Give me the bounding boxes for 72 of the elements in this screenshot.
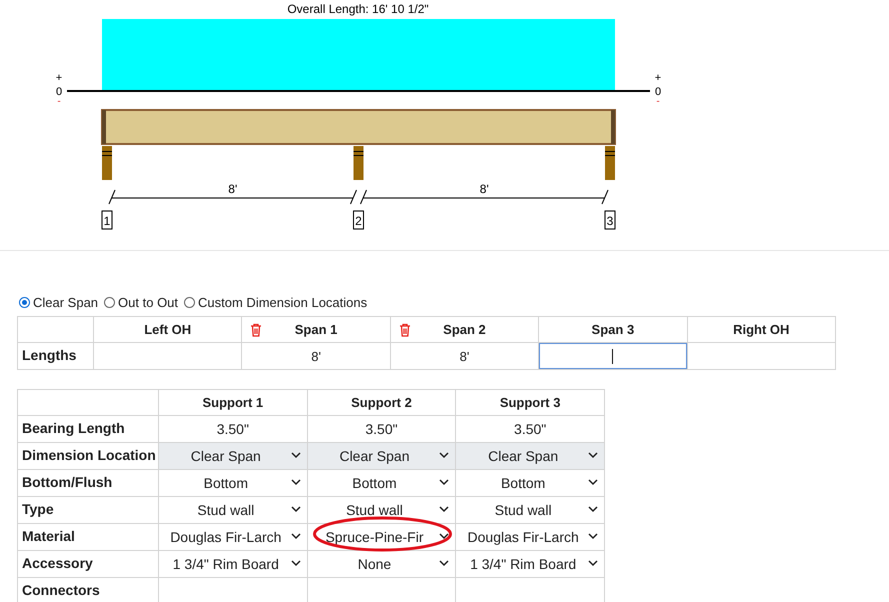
- column-header: Right OH: [733, 322, 790, 337]
- scale-plus: +: [654, 72, 662, 84]
- table-cell: 3.50": [216, 421, 249, 437]
- chevron-down-icon: [439, 533, 450, 540]
- row-label: Dimension Location: [22, 447, 156, 463]
- support-post: [605, 146, 615, 180]
- support-number: 1: [102, 210, 112, 230]
- dimension-mode-radio[interactable]: Clear Span: [19, 294, 98, 310]
- chevron-down-icon: [290, 560, 301, 567]
- span-length: 8': [480, 182, 489, 196]
- dropdown[interactable]: Bottom: [159, 470, 307, 496]
- trash-icon[interactable]: [250, 323, 262, 337]
- scale-zero: 0: [56, 86, 62, 98]
- dropdown[interactable]: None: [308, 551, 456, 577]
- overall-length: Overall Length: 16' 10 1/2": [287, 2, 429, 16]
- row-label: Bottom/Flush: [22, 474, 112, 490]
- support-post: [102, 146, 112, 180]
- dropdown[interactable]: 1 3/4" Rim Board: [159, 551, 307, 577]
- column-header: Span 1: [294, 322, 338, 337]
- table-cell: 3.50": [514, 421, 546, 437]
- trash-icon[interactable]: [398, 323, 411, 337]
- scale-plus: +: [56, 72, 62, 84]
- dropdown[interactable]: Bottom: [456, 470, 604, 496]
- chevron-down-icon: [290, 452, 301, 459]
- chevron-down-icon: [588, 452, 598, 459]
- column-header: Span 2: [443, 322, 486, 337]
- chevron-down-icon: [439, 452, 450, 459]
- dropdown[interactable]: Spruce-Pine-Fir: [308, 524, 456, 550]
- column-header: Support 1: [202, 395, 264, 410]
- dropdown[interactable]: Clear Span: [308, 443, 456, 469]
- dropdown[interactable]: 1 3/4" Rim Board: [456, 551, 604, 577]
- column-header: Span 3: [592, 322, 634, 337]
- support-number: 2: [353, 210, 364, 230]
- chevron-down-icon: [439, 560, 450, 567]
- dropdown[interactable]: Stud wall: [159, 497, 307, 523]
- chevron-down-icon: [290, 533, 301, 540]
- column-header: Support 2: [351, 395, 412, 410]
- dimension-mode-radio[interactable]: Custom Dimension Locations: [184, 294, 368, 310]
- table-cell: 3.50": [365, 421, 398, 437]
- scale-zero: 0: [654, 86, 662, 98]
- support-number: 3: [604, 210, 616, 230]
- chevron-down-icon: [588, 479, 598, 486]
- chevron-down-icon: [439, 479, 450, 486]
- scale-minus: -: [656, 96, 660, 107]
- row-label: Lengths: [22, 347, 76, 363]
- chevron-down-icon: [290, 479, 301, 486]
- span-length: 8': [228, 182, 238, 196]
- chevron-down-icon: [588, 560, 598, 567]
- dimension-mode-radio[interactable]: Out to Out: [104, 294, 178, 310]
- chevron-down-icon: [588, 506, 598, 513]
- dropdown[interactable]: Bottom: [308, 470, 456, 496]
- row-label: Accessory: [22, 555, 93, 571]
- chevron-down-icon: [439, 506, 450, 513]
- chevron-down-icon: [588, 533, 598, 540]
- column-header: Left OH: [144, 322, 192, 337]
- length-field[interactable]: 8': [242, 343, 390, 369]
- chevron-down-icon: [290, 506, 301, 513]
- support-post: [354, 146, 364, 180]
- dropdown[interactable]: Douglas Fir-Larch: [456, 524, 604, 550]
- length-field[interactable]: 8': [390, 343, 538, 369]
- scale-minus: -: [57, 96, 61, 107]
- column-header: Support 3: [500, 395, 560, 410]
- dropdown[interactable]: Clear Span: [159, 443, 307, 469]
- row-label: Material: [22, 528, 75, 544]
- dropdown[interactable]: Clear Span: [456, 443, 604, 469]
- row-label: Bearing Length: [22, 420, 125, 436]
- length-field[interactable]: [539, 343, 687, 369]
- row-label: Connectors: [22, 582, 100, 598]
- dropdown[interactable]: Douglas Fir-Larch: [159, 524, 307, 550]
- dropdown[interactable]: Stud wall: [308, 497, 456, 523]
- row-label: Type: [22, 501, 54, 517]
- dropdown[interactable]: Stud wall: [456, 497, 604, 523]
